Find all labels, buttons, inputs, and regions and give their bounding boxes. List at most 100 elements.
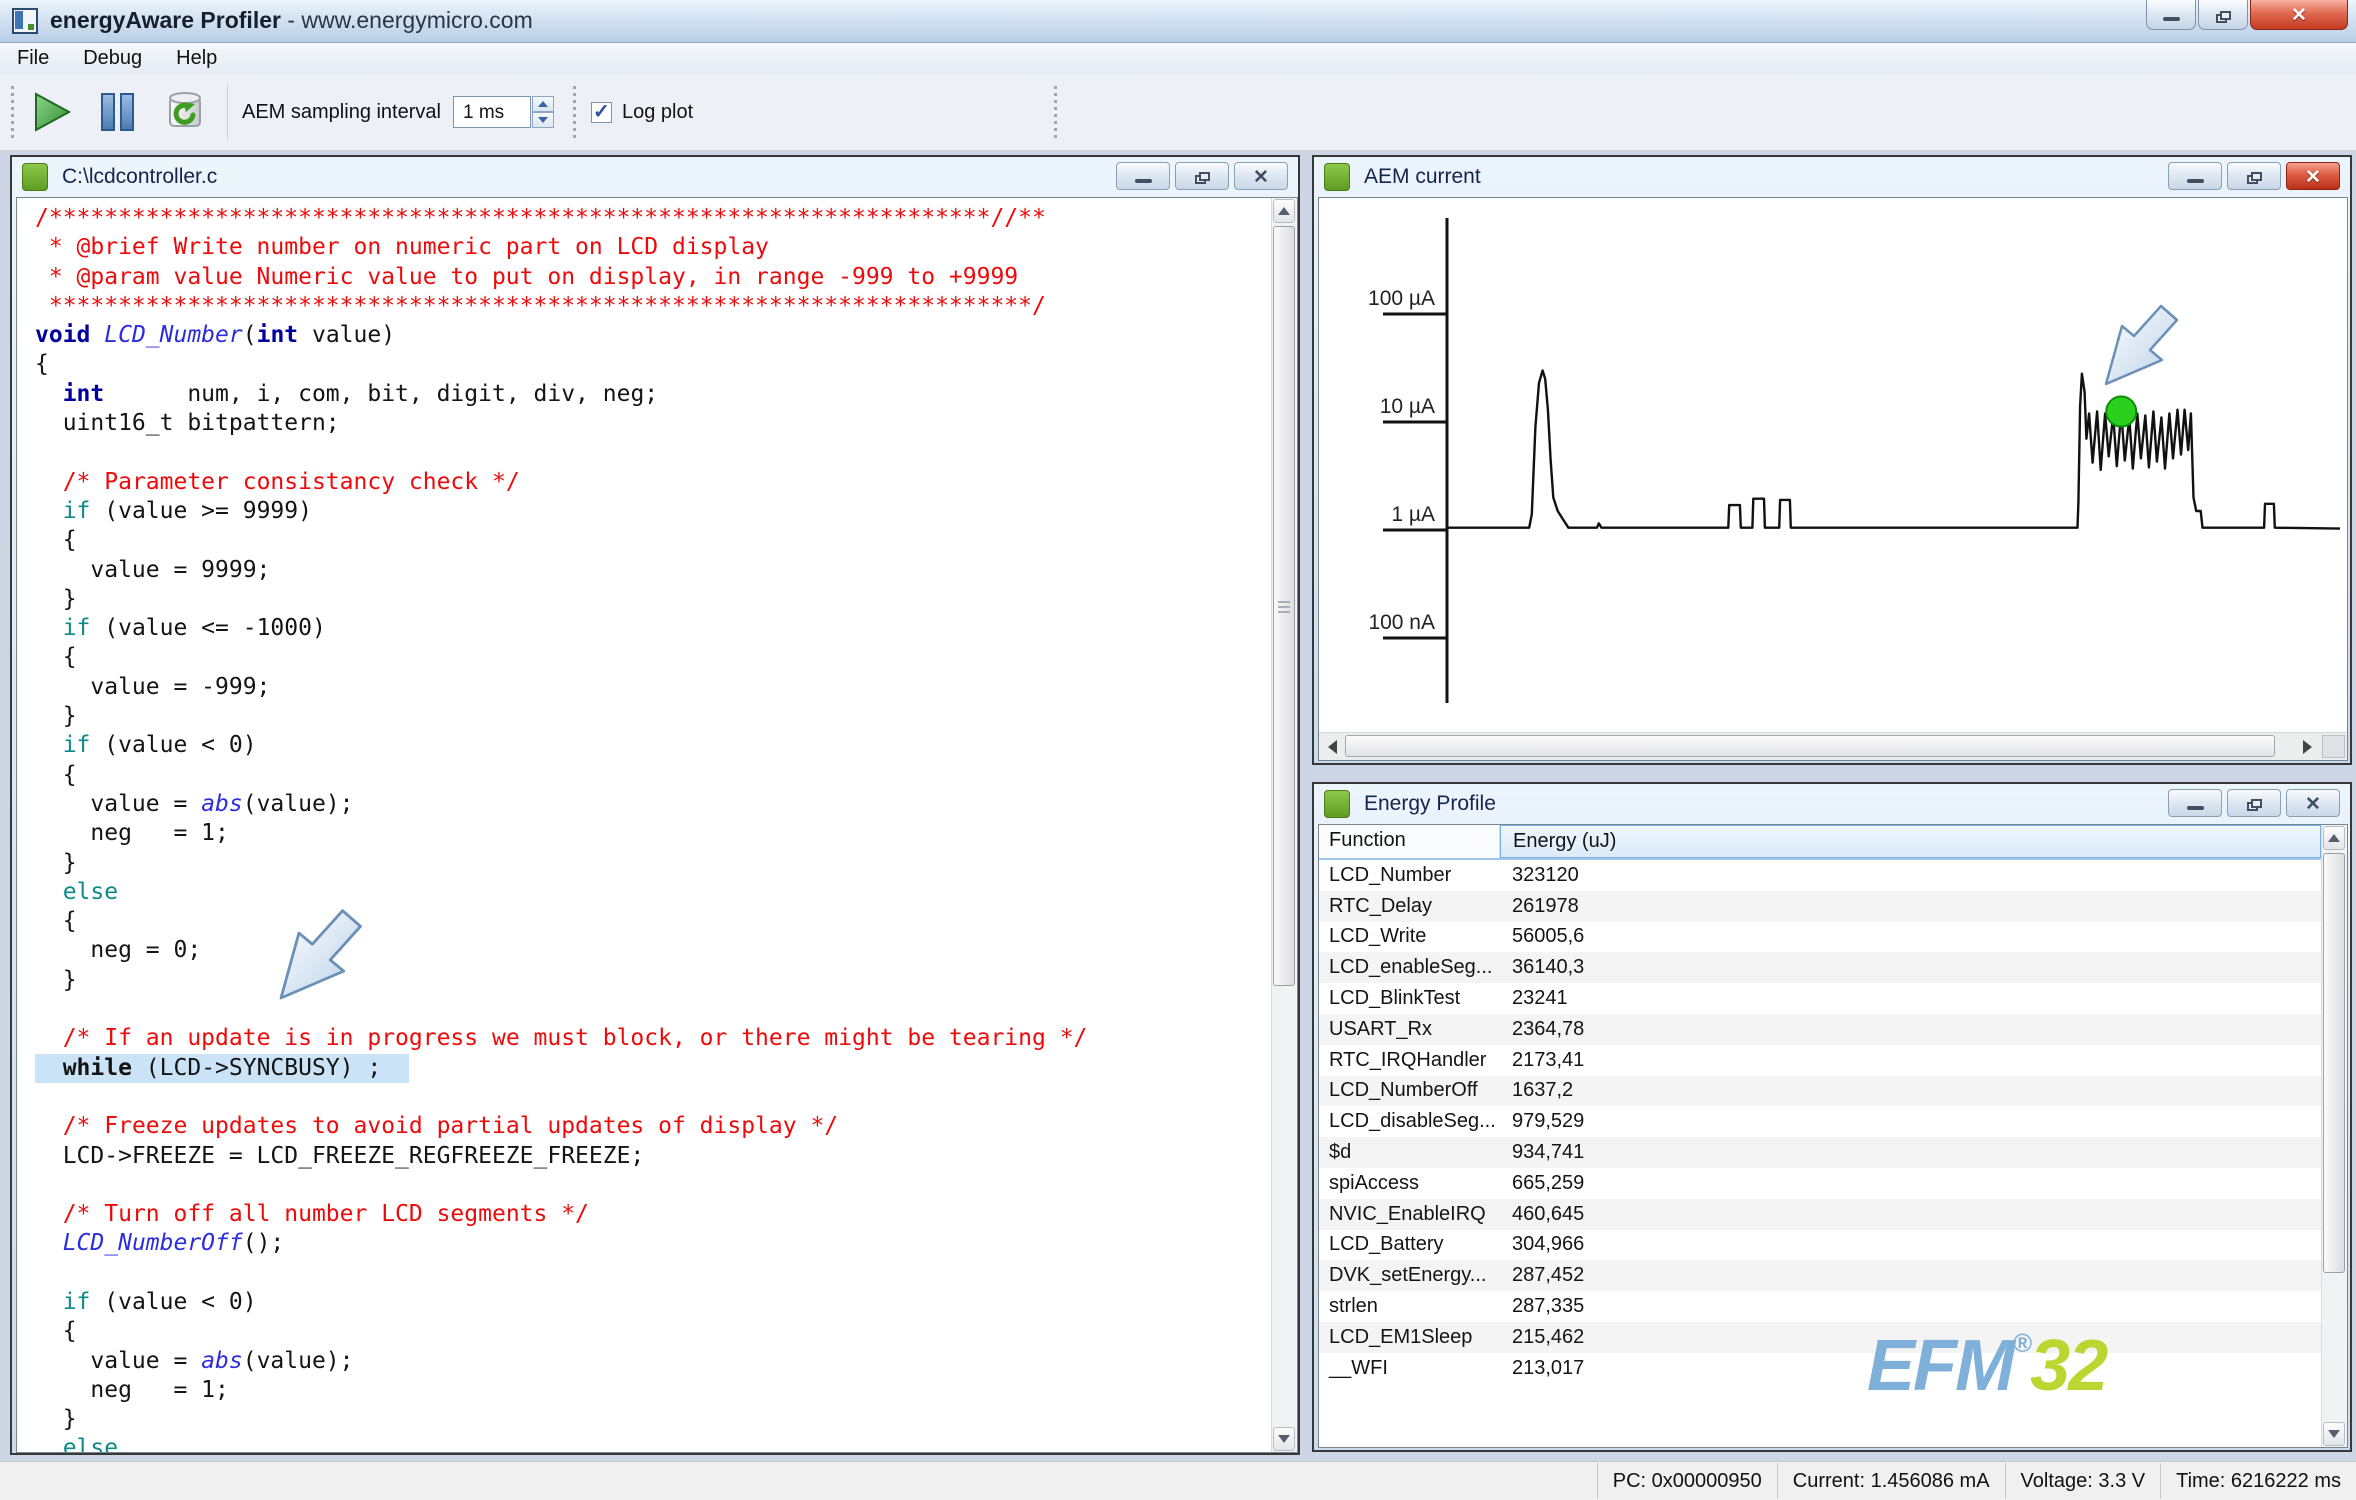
app-icon [12, 8, 38, 34]
restore-icon [1195, 172, 1210, 184]
table-row[interactable]: RTC_IRQHandler2173,41 [1319, 1045, 2321, 1076]
energy-vertical-scrollbar[interactable] [2321, 825, 2347, 1447]
energy-window-titlebar[interactable]: Energy Profile ✕ [1314, 784, 2350, 824]
aem-chart-area[interactable]: 100 µA10 µA1 µA100 nA [1318, 197, 2348, 761]
energy-cell: 1637,2 [1500, 1079, 1573, 1102]
aem-window-titlebar[interactable]: AEM current ✕ [1314, 157, 2350, 197]
code-line: } [35, 702, 1267, 731]
pause-button[interactable] [99, 91, 137, 133]
table-row[interactable]: LCD_Number323120 [1319, 860, 2321, 891]
close-button[interactable]: ✕ [2250, 0, 2348, 30]
up-arrow-icon [1278, 207, 1290, 215]
aem-minimize-button[interactable] [2168, 162, 2222, 190]
log-plot-checkbox[interactable] [591, 102, 612, 123]
minimize-icon [2187, 806, 2204, 810]
minimize-icon [2187, 179, 2204, 183]
energy-minimize-button[interactable] [2168, 789, 2222, 817]
code-line: value = -999; [35, 673, 1267, 702]
menu-debug[interactable]: Debug [66, 43, 159, 74]
energy-restore-button[interactable] [2227, 789, 2281, 817]
scroll-right-button[interactable] [2296, 735, 2319, 758]
table-row[interactable]: LCD_enableSeg...36140,3 [1319, 952, 2321, 983]
logo-registered-mark: ® [2013, 1328, 2030, 1358]
close-icon: ✕ [2305, 168, 2321, 187]
table-icon [1324, 790, 1350, 818]
code-restore-button[interactable] [1175, 162, 1229, 190]
code-line: } [35, 585, 1267, 614]
aem-window-title: AEM current [1364, 165, 1481, 189]
table-row[interactable]: $d934,741 [1319, 1137, 2321, 1168]
sampling-interval-input[interactable]: 1 ms [453, 96, 531, 128]
table-header: Function Energy (uJ) [1319, 825, 2321, 860]
code-line: /* Turn off all number LCD segments */ [35, 1200, 1267, 1229]
scroll-thumb[interactable] [2323, 853, 2345, 1273]
energy-cell: 287,452 [1500, 1264, 1584, 1287]
table-row[interactable]: RTC_Delay261978 [1319, 891, 2321, 922]
scrollbar-corner [2322, 735, 2345, 758]
aem-close-button[interactable]: ✕ [2286, 162, 2340, 190]
code-line: if (value <= -1000) [35, 614, 1267, 643]
aem-restore-button[interactable] [2227, 162, 2281, 190]
left-arrow-icon [1328, 740, 1337, 754]
energy-close-button[interactable]: ✕ [2286, 789, 2340, 817]
code-line: LCD_NumberOff(); [35, 1229, 1267, 1258]
title-separator: - [287, 7, 295, 33]
column-header-energy[interactable]: Energy (uJ) [1500, 825, 2321, 858]
toolbar: AEM sampling interval 1 ms Log plot [0, 74, 2356, 151]
minimize-icon [1135, 179, 1152, 183]
status-current: Current: 1.456086 mA [1777, 1463, 2005, 1499]
code-vertical-scrollbar[interactable] [1271, 198, 1297, 1452]
table-row[interactable]: spiAccess665,259 [1319, 1168, 2321, 1199]
scroll-up-button[interactable] [1273, 199, 1295, 223]
scroll-down-button[interactable] [2323, 1422, 2345, 1446]
energy-cell: 36140,3 [1500, 956, 1584, 979]
sampling-interval-stepper [532, 96, 554, 128]
aem-horizontal-scrollbar[interactable] [1319, 732, 2347, 760]
scroll-up-button[interactable] [2323, 826, 2345, 850]
y-tick-label: 10 µA [1380, 395, 1435, 418]
toolbar-separator [227, 84, 228, 140]
aem-current-window: AEM current ✕ 100 µA10 µA1 µA100 nA [1312, 155, 2352, 765]
code-line: neg = 1; [35, 1376, 1267, 1405]
code-line: { [35, 907, 1267, 936]
menu-file[interactable]: File [0, 43, 66, 74]
table-row[interactable]: USART_Rx2364,78 [1319, 1014, 2321, 1045]
sampling-interval-label: AEM sampling interval [242, 101, 441, 124]
table-row[interactable]: LCD_Battery304,966 [1319, 1230, 2321, 1261]
code-close-button[interactable]: ✕ [1234, 162, 1288, 190]
restore-icon [2247, 799, 2262, 811]
table-row[interactable]: DVK_setEnergy...287,452 [1319, 1260, 2321, 1291]
scroll-left-button[interactable] [1321, 735, 1344, 758]
stepper-up-button[interactable] [532, 96, 554, 112]
table-row[interactable]: __WFI213,017 [1319, 1353, 2321, 1384]
table-row[interactable]: LCD_Write56005,6 [1319, 922, 2321, 953]
scroll-down-button[interactable] [1273, 1427, 1295, 1451]
code-line: ****************************************… [35, 292, 1267, 321]
code-window-title: C:\lcdcontroller.c [62, 165, 217, 189]
scroll-thumb[interactable] [1273, 226, 1295, 986]
play-button[interactable] [33, 91, 73, 133]
down-arrow-icon [1278, 1435, 1290, 1443]
table-row[interactable]: LCD_BlinkTest23241 [1319, 983, 2321, 1014]
stepper-down-button[interactable] [532, 112, 554, 128]
table-row[interactable]: strlen287,335 [1319, 1291, 2321, 1322]
restore-icon [2247, 172, 2262, 184]
code-minimize-button[interactable] [1116, 162, 1170, 190]
menu-help[interactable]: Help [159, 43, 234, 74]
column-header-function[interactable]: Function [1319, 825, 1500, 858]
source-code: /***************************************… [35, 204, 1267, 1452]
table-row[interactable]: LCD_NumberOff1637,2 [1319, 1076, 2321, 1107]
minimize-button[interactable] [2146, 0, 2196, 30]
table-row[interactable]: NVIC_EnableIRQ460,645 [1319, 1199, 2321, 1230]
table-row[interactable]: LCD_EM1Sleep215,462 [1319, 1322, 2321, 1353]
thumb-grip-icon [1278, 601, 1290, 613]
restore-button[interactable] [2198, 0, 2248, 30]
code-window-titlebar[interactable]: C:\lcdcontroller.c ✕ [12, 157, 1298, 197]
code-editor-area[interactable]: /***************************************… [16, 197, 1298, 1453]
code-line: if (value < 0) [35, 731, 1267, 760]
function-cell: LCD_Battery [1319, 1233, 1500, 1256]
table-row[interactable]: LCD_disableSeg...979,529 [1319, 1106, 2321, 1137]
scroll-thumb[interactable] [1345, 735, 2275, 757]
reset-button[interactable] [165, 90, 205, 134]
y-tick-label: 100 nA [1368, 611, 1435, 634]
